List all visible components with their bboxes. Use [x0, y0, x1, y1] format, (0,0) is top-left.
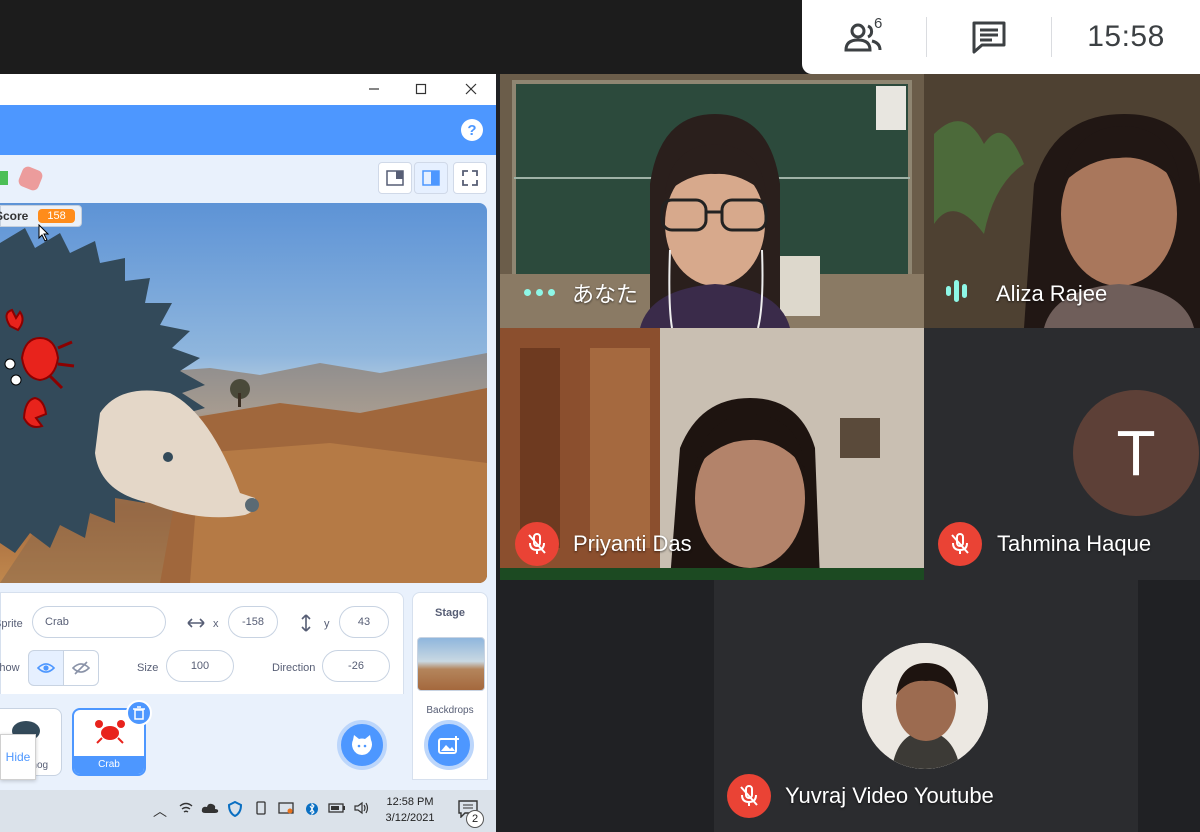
stage-canvas[interactable]	[0, 203, 487, 583]
y-arrow-icon	[301, 614, 311, 632]
score-label: Score	[0, 209, 29, 223]
x-label: x	[213, 618, 219, 630]
delete-sprite-button[interactable]	[126, 700, 152, 726]
direction-label: Direction	[272, 662, 316, 674]
x-arrow-icon	[187, 618, 205, 628]
mic-off-icon	[740, 785, 758, 806]
close-icon	[465, 83, 477, 95]
avatar: T	[1073, 390, 1199, 516]
mic-off-indicator	[938, 522, 982, 566]
small-stage-button[interactable]	[378, 162, 412, 194]
score-value: 158	[38, 209, 75, 223]
show-sprite-button[interactable]	[28, 650, 64, 686]
taskbar-date: 3/12/2021	[385, 812, 435, 824]
speaking-indicator	[946, 280, 967, 302]
mic-off-icon	[951, 533, 969, 554]
fullscreen-button[interactable]	[453, 162, 487, 194]
scratch-menu-bar	[0, 105, 496, 155]
maximize-icon	[415, 83, 427, 95]
participant-tile-you[interactable]: あなた	[500, 74, 924, 328]
close-button[interactable]	[459, 78, 483, 100]
chevron-up-icon[interactable]: ︿	[150, 801, 170, 821]
classroom-background	[500, 74, 924, 328]
trash-icon	[133, 706, 145, 720]
x-input[interactable]: -158	[228, 606, 278, 638]
sprite-label: Sprite	[0, 618, 23, 630]
crab-thumb-icon	[95, 720, 125, 744]
volume-icon[interactable]	[352, 801, 372, 818]
show-label: Show	[0, 662, 20, 674]
sprite-thumb-label: Crab	[74, 756, 144, 774]
hide-sprite-button[interactable]	[63, 650, 99, 686]
crab-sprite[interactable]	[0, 308, 80, 438]
mouse-cursor-icon	[38, 224, 50, 242]
normal-stage-button[interactable]	[414, 162, 448, 194]
mic-off-indicator	[727, 774, 771, 818]
green-flag-icon[interactable]	[0, 171, 8, 185]
participant-video	[500, 328, 924, 580]
y-input[interactable]: 43	[339, 606, 389, 638]
phone-icon[interactable]	[251, 801, 271, 818]
bluetooth-icon[interactable]	[302, 801, 322, 820]
window-titlebar	[0, 74, 496, 105]
notification-count: 2	[466, 810, 484, 828]
mic-off-icon	[528, 533, 546, 554]
cat-plus-icon	[352, 735, 372, 755]
size-input[interactable]: 100	[166, 650, 234, 682]
maximize-button[interactable]	[409, 78, 433, 100]
hide-tooltip: Hide	[0, 734, 36, 780]
mic-off-indicator	[515, 522, 559, 566]
participant-name: Priyanti Das	[573, 531, 692, 556]
participant-name: あなた	[572, 282, 639, 307]
choose-sprite-button[interactable]	[337, 720, 387, 770]
avatar-photo	[862, 643, 988, 769]
minimize-icon	[369, 88, 379, 90]
eye-icon	[37, 663, 55, 673]
participant-count: 6	[874, 15, 883, 32]
avatar	[862, 643, 988, 769]
clock: 15:58	[1087, 20, 1165, 53]
participant-tile-aliza[interactable]: Aliza Rajee	[924, 74, 1200, 328]
participant-name: Tahmina Haque	[997, 531, 1152, 556]
small-stage-icon	[386, 170, 404, 186]
fullscreen-icon	[462, 170, 478, 186]
size-label: Size	[137, 662, 159, 674]
wifi-icon[interactable]	[176, 801, 196, 818]
taskbar-time: 12:58 PM	[386, 796, 434, 808]
image-plus-icon	[438, 736, 459, 754]
participant-name: Yuvraj Video Youtube	[785, 783, 994, 808]
normal-stage-icon	[422, 170, 440, 186]
chat-icon	[972, 21, 1006, 54]
direction-input[interactable]: -26	[322, 650, 390, 682]
minimize-button[interactable]	[362, 78, 386, 100]
participant-name: Aliza Rajee	[996, 281, 1108, 306]
backdrops-label: Backdrops	[426, 705, 474, 716]
taskbar-clock[interactable]: 12:58 PM 3/12/2021	[380, 794, 440, 826]
defender-icon[interactable]	[225, 800, 245, 820]
help-button[interactable]: ?	[461, 119, 483, 141]
sprite-name-input[interactable]: Crab	[32, 606, 166, 638]
onedrive-icon[interactable]	[200, 801, 220, 817]
stage-label: Stage	[435, 607, 465, 619]
people-button[interactable]: 6	[802, 0, 926, 74]
eye-slash-icon	[72, 661, 90, 675]
y-label: y	[324, 618, 330, 630]
chat-button[interactable]	[927, 0, 1051, 74]
speaking-indicator	[524, 289, 555, 296]
meet-controls-pill: 6 15:58	[802, 0, 1200, 74]
screen: 6 15:58 ? core 158 prite Crab x -158 y 4…	[0, 0, 1200, 832]
participant-tile-priyanti[interactable]: Priyanti Das	[500, 328, 924, 580]
battery-icon[interactable]	[327, 801, 347, 817]
backdrop-thumbnail[interactable]	[417, 637, 485, 691]
screen-capture-icon[interactable]	[276, 801, 296, 818]
choose-backdrop-button[interactable]	[424, 720, 474, 770]
